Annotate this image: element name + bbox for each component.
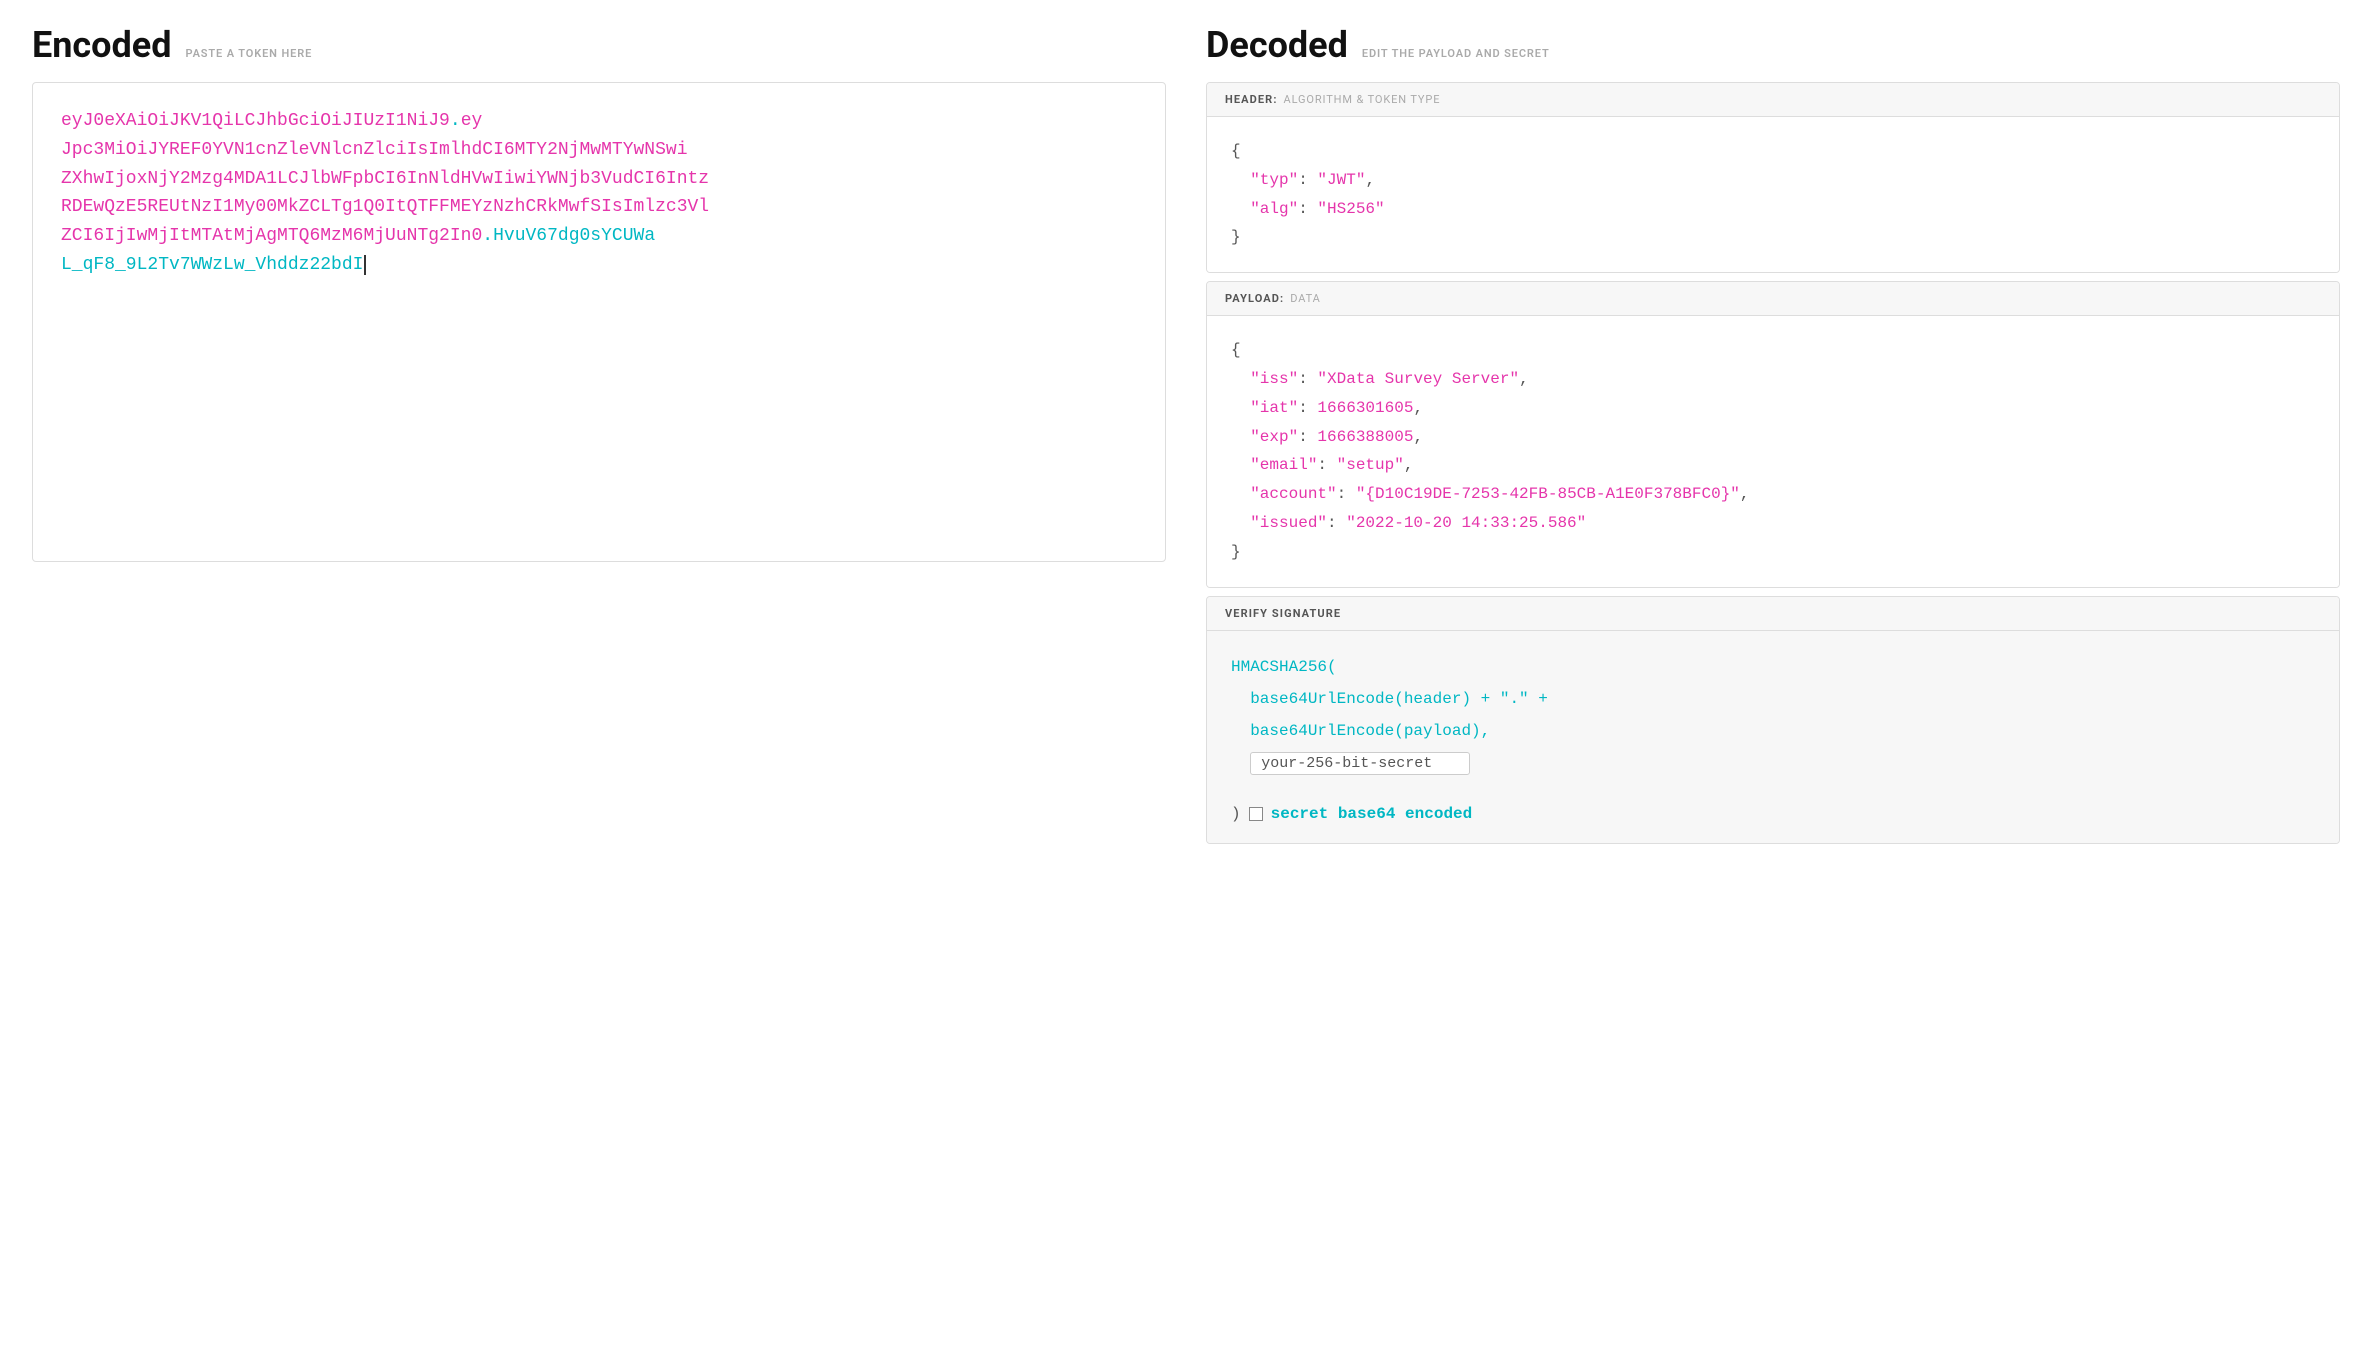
token-dot1: . xyxy=(450,111,461,131)
b64-checkbox[interactable] xyxy=(1249,807,1263,821)
decoded-panels: HEADER: ALGORITHM & TOKEN TYPE { "typ": … xyxy=(1206,82,2340,844)
encoded-title: Encoded PASTE A TOKEN HERE xyxy=(32,24,1166,66)
text-cursor xyxy=(364,255,366,275)
token-payload-l2: Jpc3MiOiJYREF0YVN1cnZleVNlcnZlciIsImlhdC… xyxy=(61,140,688,160)
main-layout: Encoded PASTE A TOKEN HERE eyJ0eXAiOiJKV… xyxy=(32,24,2340,1337)
token-payload-l5: ZCI6IjIwMjItMTAtMjAgMTQ6MzM6MjUuNTg2In0 xyxy=(61,226,482,246)
payload-panel-header: PAYLOAD: DATA xyxy=(1207,282,2339,316)
b64-label: secret base64 encoded xyxy=(1271,805,1473,823)
payload-sublabel: DATA xyxy=(1290,292,1320,305)
verify-label: VERIFY SIGNATURE xyxy=(1225,607,1341,620)
secret-input[interactable] xyxy=(1250,752,1470,775)
payload-exp-key: "exp" xyxy=(1250,428,1298,446)
payload-issued-value: "2022-10-20 14:33:25.586" xyxy=(1346,514,1586,532)
token-payload-start: ey xyxy=(461,111,483,131)
verify-footer: ) secret base64 encoded xyxy=(1207,799,2339,843)
header-panel: HEADER: ALGORITHM & TOKEN TYPE { "typ": … xyxy=(1206,82,2340,273)
payload-iss-value: "XData Survey Server" xyxy=(1317,370,1519,388)
header-typ-key: "typ" xyxy=(1250,171,1298,189)
token-dot2: . xyxy=(482,226,493,246)
header-panel-body[interactable]: { "typ": "JWT", "alg": "HS256" } xyxy=(1207,117,2339,272)
header-alg-value: "HS256" xyxy=(1317,200,1384,218)
verify-line1: base64UrlEncode(header) + "." + xyxy=(1250,690,1548,708)
verify-panel: VERIFY SIGNATURE HMACSHA256( base64UrlEn… xyxy=(1206,596,2340,844)
payload-iss-key: "iss" xyxy=(1250,370,1298,388)
payload-open-brace: { xyxy=(1231,341,1241,359)
header-alg-key: "alg" xyxy=(1250,200,1298,218)
payload-iat-value: 1666301605 xyxy=(1317,399,1413,417)
payload-panel: PAYLOAD: DATA { "iss": "XData Survey Ser… xyxy=(1206,281,2340,587)
encoded-title-text: Encoded xyxy=(32,24,171,66)
verify-body: HMACSHA256( base64UrlEncode(header) + ".… xyxy=(1207,631,2339,799)
verify-close-paren: ) xyxy=(1231,805,1241,823)
payload-iat-key: "iat" xyxy=(1250,399,1298,417)
encoded-section: Encoded PASTE A TOKEN HERE eyJ0eXAiOiJKV… xyxy=(32,24,1166,1337)
decoded-title-text: Decoded xyxy=(1206,24,1348,66)
token-sig-l5: HvuV67dg0sYCUWa xyxy=(493,226,655,246)
header-close-brace: } xyxy=(1231,228,1241,246)
payload-email-value: "setup" xyxy=(1337,456,1404,474)
payload-label: PAYLOAD: xyxy=(1225,292,1284,305)
decoded-subtitle: EDIT THE PAYLOAD AND SECRET xyxy=(1362,47,1550,60)
payload-panel-body[interactable]: { "iss": "XData Survey Server", "iat": 1… xyxy=(1207,316,2339,586)
token-payload-l4: RDEwQzE5REUtNzI1My00MkZCLTg1Q0ItQTFFMEYz… xyxy=(61,197,709,217)
header-panel-header: HEADER: ALGORITHM & TOKEN TYPE xyxy=(1207,83,2339,117)
payload-exp-value: 1666388005 xyxy=(1317,428,1413,446)
token-header-part1: eyJ0eXAiOiJKV1QiLCJhbGciOiJIUzI1NiJ9 xyxy=(61,111,450,131)
payload-account-key: "account" xyxy=(1250,485,1336,503)
payload-email-key: "email" xyxy=(1250,456,1317,474)
payload-account-value: "{D10C19DE-7253-42FB-85CB-A1E0F378BFC0}" xyxy=(1356,485,1740,503)
header-typ-value: "JWT" xyxy=(1317,171,1365,189)
decoded-title: Decoded EDIT THE PAYLOAD AND SECRET xyxy=(1206,24,2340,66)
payload-close-brace: } xyxy=(1231,543,1241,561)
token-sig-l6: L_qF8_9L2Tv7WWzLw_Vhddz22bdI xyxy=(61,255,363,275)
verify-header: VERIFY SIGNATURE xyxy=(1207,597,2339,631)
token-payload-l3: ZXhwIjoxNjY2Mzg4MDA1LCJlbWFpbCI6InNldHVw… xyxy=(61,169,709,189)
verify-fn-name: HMACSHA256( xyxy=(1231,658,1337,676)
header-sublabel: ALGORITHM & TOKEN TYPE xyxy=(1284,93,1441,106)
decoded-section: Decoded EDIT THE PAYLOAD AND SECRET HEAD… xyxy=(1206,24,2340,1337)
encoded-token-box[interactable]: eyJ0eXAiOiJKV1QiLCJhbGciOiJIUzI1NiJ9.ey … xyxy=(32,82,1166,562)
verify-line2: base64UrlEncode(payload), xyxy=(1250,722,1490,740)
header-label: HEADER: xyxy=(1225,93,1278,106)
payload-issued-key: "issued" xyxy=(1250,514,1327,532)
header-open-brace: { xyxy=(1231,142,1241,160)
encoded-subtitle: PASTE A TOKEN HERE xyxy=(185,47,312,60)
